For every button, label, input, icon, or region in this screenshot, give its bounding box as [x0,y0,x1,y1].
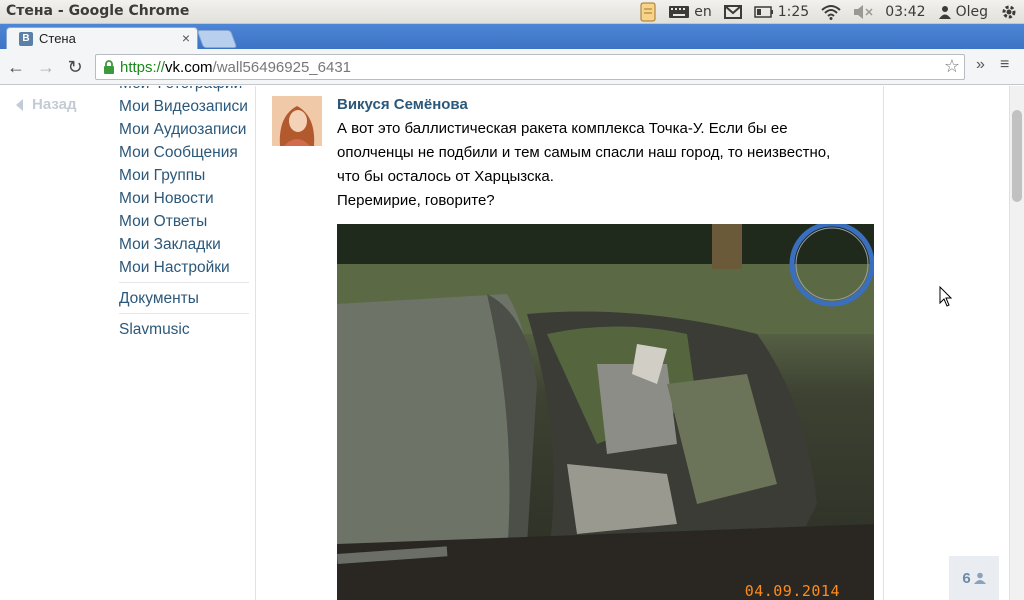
keyboard-indicator[interactable]: en [668,4,712,20]
tab-close-icon[interactable]: × [182,30,190,46]
new-tab-button[interactable] [196,30,238,48]
post-author[interactable]: Викуся Семёнова [337,96,468,113]
battery-indicator[interactable]: 1:25 [754,4,809,20]
missile-wreck-photo [337,224,874,600]
menu-news[interactable]: Мои Новости [119,187,249,210]
menu-icon[interactable]: ≡ [1000,56,1009,74]
volume-indicator[interactable] [853,5,873,19]
reload-icon[interactable]: ↻ [64,56,86,78]
menu-documents[interactable]: Документы [119,287,249,310]
wifi-icon [821,5,841,20]
user-icon [938,6,951,19]
back-label: Назад [32,96,77,113]
mail-indicator[interactable] [723,5,742,19]
menu-settings[interactable]: Мои Настройки [119,256,249,279]
menu-groups[interactable]: Мои Группы [119,164,249,187]
back-link[interactable]: Назад [16,96,76,113]
wall-post: Викуся Семёнова А вот это баллистическая… [255,86,884,600]
scrollbar-thumb[interactable] [1012,110,1022,202]
os-top-panel: Стена - Google Chrome en 1:25 03:42 Oleg [0,0,1024,24]
menu-audio[interactable]: Мои Аудиозаписи [119,118,249,141]
tab-title: Стена [39,31,76,46]
battery-time: 1:25 [777,4,810,20]
browser-toolbar: ← → ↻ https://vk.com/wall56496925_6431 ☆… [0,49,1024,85]
bookmark-star-icon[interactable]: ☆ [944,56,960,77]
lock-icon [104,60,114,74]
user-name: Oleg [955,4,988,20]
vk-favicon-icon: В [19,31,33,46]
user-indicator[interactable]: Oleg [938,4,988,20]
keyboard-layout: en [694,4,712,20]
mouse-cursor-icon [939,286,953,307]
page-scrollbar[interactable] [1009,86,1024,600]
author-avatar[interactable] [272,96,322,146]
back-triangle-icon [16,98,23,111]
mail-icon [723,5,742,19]
url-host: vk.com [165,58,213,76]
address-bar[interactable]: https://vk.com/wall56496925_6431 ☆ [95,54,965,80]
battery-icon [754,6,773,18]
post-text-line: что бы осталось от Харцызска. [337,168,554,185]
keyboard-icon [669,6,690,18]
window-title: Стена - Google Chrome [6,3,190,19]
post-text: А вот это баллистическая ракета комплекс… [337,117,877,213]
menu-photos[interactable]: Мои Фотографии [119,86,249,95]
menu-bookmarks[interactable]: Мои Закладки [119,233,249,256]
url-text: https://vk.com/wall56496925_6431 [120,59,351,76]
post-text-line: А вот это баллистическая ракета комплекс… [337,120,788,137]
tab-wall[interactable]: В Стена × [6,27,198,49]
extensions-chevron-icon[interactable]: » [976,56,985,74]
menu-divider [119,313,249,314]
back-arrow-icon[interactable]: ← [5,56,27,78]
viewers-counter[interactable]: 6 [949,556,999,600]
post-text-line: ополченцы не подбили и тем самым спасли … [337,144,831,161]
vk-page: Назад Мои Фотографии Мои Видеозаписи Мои… [0,86,1024,600]
left-menu: Мои Фотографии Мои Видеозаписи Мои Аудио… [119,86,249,341]
url-path: /wall56496925_6431 [212,58,352,76]
clock[interactable]: 03:42 [885,4,925,20]
notes-icon [640,2,656,22]
gear-icon [1002,5,1016,19]
menu-videos[interactable]: Мои Видеозаписи [119,95,249,118]
avatar-photo [272,96,322,146]
post-photo[interactable]: 04.09.2014 [337,224,874,600]
os-indicators: en 1:25 03:42 Oleg [640,0,1024,24]
forward-arrow-icon[interactable]: → [35,56,57,78]
notes-indicator[interactable] [640,2,656,22]
menu-slavmusic[interactable]: Slavmusic [119,318,249,341]
person-icon [973,572,986,584]
photo-date-stamp: 04.09.2014 [744,582,840,600]
menu-messages[interactable]: Мои Сообщения [119,141,249,164]
post-text-line: Перемирие, говорите? [337,192,495,209]
menu-answers[interactable]: Мои Ответы [119,210,249,233]
viewers-count: 6 [962,569,971,587]
url-scheme: https:// [120,58,166,76]
volume-muted-icon [854,5,873,19]
wifi-indicator[interactable] [821,4,841,20]
menu-divider [119,282,249,283]
session-indicator[interactable] [1000,3,1018,21]
tab-strip: В Стена × [0,24,1024,49]
